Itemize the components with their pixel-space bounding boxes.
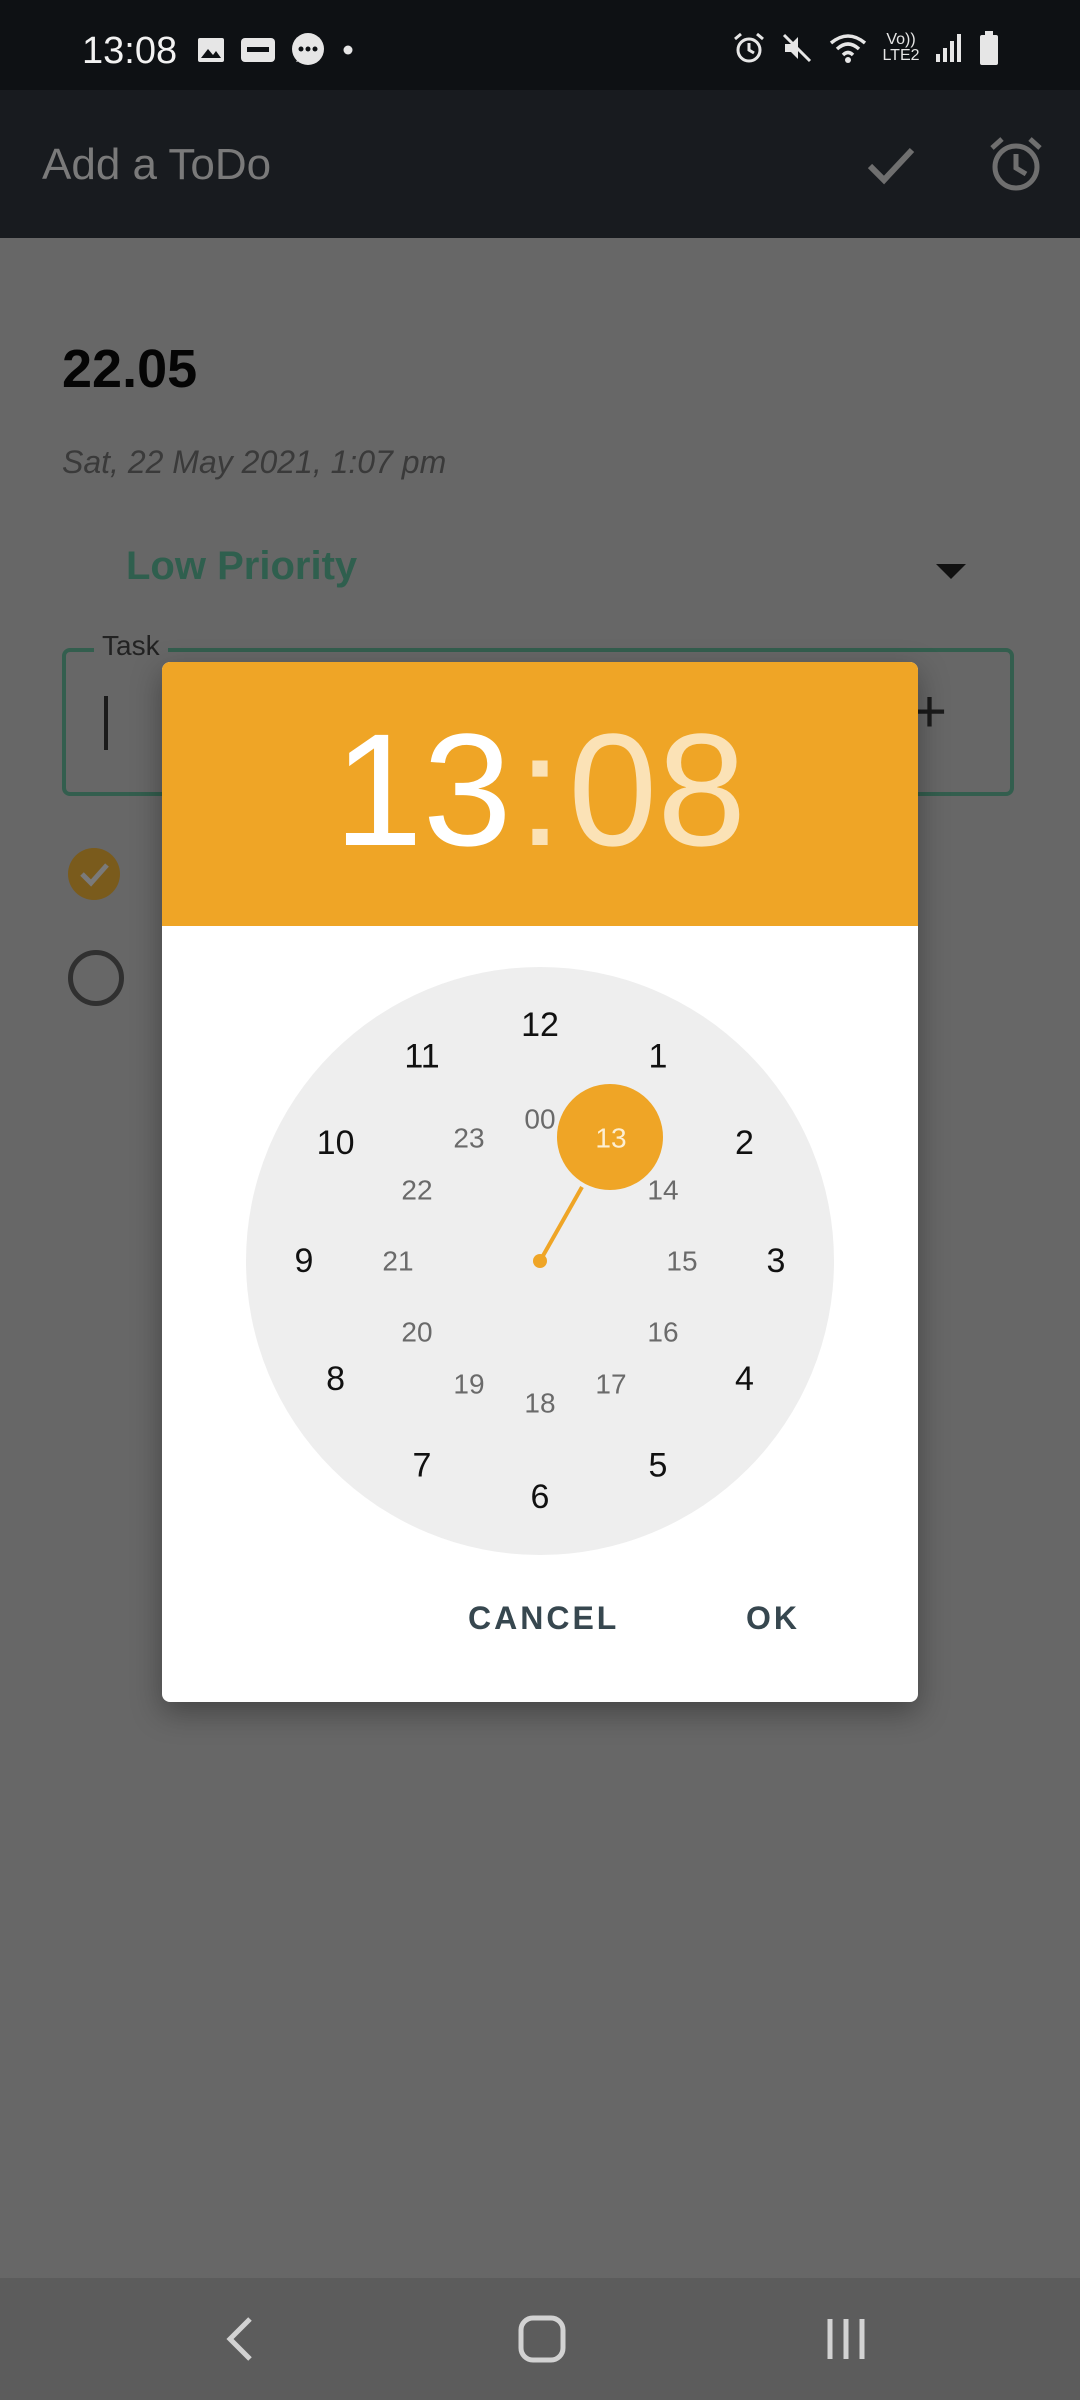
clock-hour-00[interactable]: 00 — [524, 1104, 555, 1135]
clock-hour-1[interactable]: 1 — [649, 1038, 668, 1076]
ok-button[interactable]: OK — [746, 1600, 800, 1637]
clock-hour-18[interactable]: 18 — [524, 1388, 555, 1419]
home-icon — [518, 2315, 566, 2363]
subtask-checked-checkbox[interactable] — [68, 848, 120, 900]
alarm-icon — [990, 137, 1042, 191]
task-input-label: Task — [94, 630, 168, 662]
clock-hour-16[interactable]: 16 — [647, 1317, 678, 1348]
mute-icon — [782, 33, 812, 63]
clock-hour-3[interactable]: 3 — [767, 1242, 786, 1280]
clock-hour-15[interactable]: 15 — [666, 1246, 697, 1277]
clock-hour-11[interactable]: 11 — [404, 1038, 439, 1076]
network-label: Vo)) LTE2 — [882, 31, 920, 64]
signal-icon — [936, 34, 961, 62]
clock-hour-13[interactable]: 13 — [595, 1123, 626, 1154]
clock-hour-6[interactable]: 6 — [531, 1478, 550, 1516]
clock-hour-10[interactable]: 10 — [317, 1124, 355, 1162]
wifi-icon — [829, 34, 867, 63]
page-title: Add a ToDo — [42, 140, 272, 189]
system-nav-bar — [0, 2278, 1080, 2400]
time-picker-dialog: 13:08 12 1 2 3 4 5 6 7 8 9 10 11 00 13 14 15 16 17 18 19 20… — [162, 662, 918, 1702]
clock-hour-12[interactable]: 12 — [521, 1006, 559, 1044]
clock-center-dot — [533, 1254, 547, 1268]
clock-hour-7[interactable]: 7 — [413, 1446, 432, 1484]
clock-dial[interactable]: 121234567891011 001314151617181920212223 — [162, 662, 918, 1562]
text-cursor — [104, 696, 108, 750]
clock-hour-2[interactable]: 2 — [735, 1124, 754, 1162]
clock-hour-21[interactable]: 21 — [382, 1246, 413, 1277]
clock-hour-9[interactable]: 9 — [295, 1242, 314, 1280]
priority-dropdown[interactable]: Low Priority — [126, 544, 357, 589]
clock-hour-14[interactable]: 14 — [647, 1175, 678, 1206]
clock-hour-4[interactable]: 4 — [735, 1360, 754, 1398]
check-icon — [80, 863, 109, 887]
back-button[interactable] — [200, 2278, 280, 2400]
recents-button[interactable] — [806, 2278, 886, 2400]
clock-hour-23[interactable]: 23 — [453, 1123, 484, 1154]
clock-hour-8[interactable]: 8 — [326, 1360, 345, 1398]
gallery-icon — [198, 38, 224, 62]
check-icon — [867, 147, 915, 185]
status-time: 13:08 — [82, 30, 178, 72]
clock-hour-22[interactable]: 22 — [401, 1175, 432, 1206]
back-icon — [226, 2317, 252, 2361]
status-bar: 13:08 Vo)) LTE2 — [0, 0, 1080, 90]
set-alarm-button[interactable] — [978, 126, 1054, 202]
notification-icons — [196, 32, 356, 68]
clock-hour-5[interactable]: 5 — [649, 1446, 668, 1484]
app-bar: Add a ToDo — [0, 90, 1080, 238]
paytm-icon — [241, 38, 275, 62]
system-status-icons: Vo)) LTE2 — [732, 30, 1000, 66]
battery-icon — [980, 31, 998, 65]
save-button[interactable] — [852, 126, 928, 202]
clock-hour-17[interactable]: 17 — [595, 1369, 626, 1400]
todo-datetime: Sat, 22 May 2021, 1:07 pm — [62, 444, 447, 480]
dropdown-arrow-icon[interactable] — [936, 564, 966, 579]
message-icon — [292, 33, 324, 65]
cancel-button[interactable]: CANCEL — [468, 1600, 619, 1637]
subtask-unchecked-checkbox[interactable] — [68, 950, 124, 1006]
more-notifications-icon — [343, 45, 353, 55]
clock-hour-20[interactable]: 20 — [401, 1317, 432, 1348]
todo-title: 22.05 — [62, 339, 198, 399]
recents-icon — [827, 2319, 865, 2359]
clock-hour-19[interactable]: 19 — [453, 1369, 484, 1400]
home-button[interactable] — [500, 2278, 584, 2400]
alarm-status-icon — [734, 32, 764, 63]
